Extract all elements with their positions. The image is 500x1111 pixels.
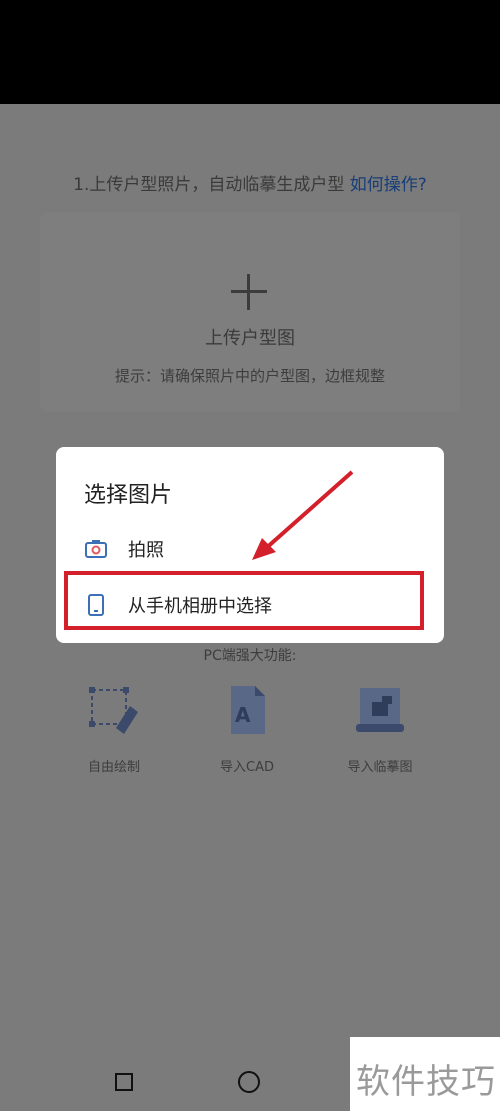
option-label: 拍照 bbox=[128, 540, 164, 561]
instruction: 1.上传户型照片，自动临摹生成户型 如何操作? bbox=[0, 170, 500, 195]
plus-icon[interactable] bbox=[231, 274, 267, 310]
dialog-title: 选择图片 bbox=[84, 483, 173, 508]
feature-free-draw[interactable]: 自由绘制 bbox=[54, 684, 174, 775]
watermark: 软件技巧 bbox=[350, 1037, 500, 1111]
feature-import-trace[interactable]: 导入临摹图 bbox=[320, 684, 440, 775]
cad-file-icon: A bbox=[231, 686, 265, 734]
watermark-text: 软件技巧 bbox=[356, 1062, 496, 1102]
upload-tip: 提示：请确保照片中的户型图，边框规整 bbox=[114, 367, 385, 385]
how-to-link[interactable]: 如何操作? bbox=[350, 175, 427, 195]
status-bar bbox=[0, 0, 500, 104]
pointer-arrow bbox=[252, 470, 354, 560]
pen-draw-icon bbox=[89, 687, 138, 734]
feature-label: 导入CAD bbox=[220, 760, 274, 775]
instruction-text: 1.上传户型照片，自动临摹生成户型 bbox=[73, 175, 345, 195]
feature-import-cad[interactable]: A 导入CAD bbox=[187, 684, 307, 775]
svg-text:A: A bbox=[235, 703, 251, 727]
highlight-box bbox=[64, 571, 424, 630]
feature-label: 导入临摹图 bbox=[347, 760, 413, 775]
pc-features-title: PC端强大功能: bbox=[203, 648, 297, 664]
recent-apps-icon[interactable] bbox=[115, 1073, 133, 1091]
home-icon[interactable] bbox=[238, 1071, 260, 1093]
upload-label: 上传户型图 bbox=[205, 328, 295, 349]
camera-icon bbox=[85, 540, 107, 558]
feature-label: 自由绘制 bbox=[87, 760, 140, 775]
trace-image-icon bbox=[356, 688, 404, 732]
